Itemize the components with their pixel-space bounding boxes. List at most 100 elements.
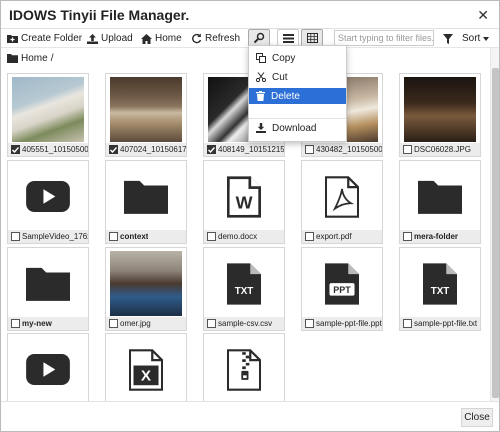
filter-icon bbox=[443, 33, 453, 44]
close-button[interactable]: Close bbox=[461, 408, 493, 427]
home-icon bbox=[141, 33, 152, 44]
file-name: SampleVideo_176x1 bbox=[22, 232, 88, 241]
file-tile[interactable]: PPT sample-ppt-file.ppt bbox=[301, 247, 383, 331]
select-checkbox[interactable] bbox=[109, 145, 118, 154]
refresh-button[interactable]: Refresh bbox=[191, 31, 240, 46]
select-checkbox[interactable] bbox=[403, 145, 412, 154]
select-checkbox[interactable] bbox=[109, 232, 118, 241]
file-tile[interactable]: Wdemo.docx bbox=[203, 160, 285, 244]
folder-plus-icon bbox=[7, 35, 18, 43]
select-checkbox[interactable] bbox=[207, 145, 216, 154]
grid-icon bbox=[306, 33, 318, 43]
file-tile[interactable]: X bbox=[105, 333, 187, 401]
file-name: 408149_101512152 bbox=[218, 145, 284, 154]
image-thumbnail bbox=[110, 251, 182, 316]
svg-text:PPT: PPT bbox=[333, 284, 351, 294]
file-name: sample-csv.csv bbox=[218, 319, 273, 328]
select-checkbox[interactable] bbox=[109, 319, 118, 328]
file-tile[interactable]: 405551_101505007 bbox=[7, 73, 89, 157]
trash-icon bbox=[256, 91, 265, 101]
file-caption: demo.docx bbox=[204, 230, 284, 243]
file-name: sample-ppt-file.txt bbox=[414, 319, 478, 328]
image-thumbnail bbox=[110, 77, 182, 142]
select-checkbox[interactable] bbox=[305, 319, 314, 328]
select-checkbox[interactable] bbox=[305, 145, 314, 154]
copy-icon bbox=[256, 53, 266, 63]
select-checkbox[interactable] bbox=[403, 232, 412, 241]
list-icon bbox=[282, 33, 294, 43]
folder-tile[interactable]: my-new bbox=[7, 247, 89, 331]
file-name: omer.jpg bbox=[120, 319, 151, 328]
select-checkbox[interactable] bbox=[305, 232, 314, 241]
file-caption: context bbox=[106, 230, 186, 243]
file-tile[interactable]: TXT sample-ppt-file.txt bbox=[399, 247, 481, 331]
file-tile[interactable] bbox=[203, 333, 285, 401]
folder-tile[interactable]: context bbox=[105, 160, 187, 244]
title-bar: IDOWS Tinyii File Manager. ✕ bbox=[1, 1, 499, 29]
excel-icon: X bbox=[110, 337, 182, 401]
upload-label: Upload bbox=[101, 33, 133, 44]
file-name: 430482_101505007 bbox=[316, 145, 382, 154]
sort-label: Sort bbox=[462, 33, 481, 44]
file-grid: 405551_101505007 407024_101506179 408149_1… bbox=[1, 71, 491, 401]
context-menu: Copy Cut Delete Download bbox=[248, 45, 347, 142]
wrench-icon bbox=[253, 32, 265, 44]
file-tile[interactable]: TXT sample-csv.csv bbox=[203, 247, 285, 331]
scissors-icon bbox=[256, 72, 266, 82]
upload-button[interactable]: Upload bbox=[87, 31, 133, 46]
copy-menu-item[interactable]: Copy bbox=[249, 50, 346, 66]
ppt-icon: PPT bbox=[306, 251, 378, 316]
cut-menu-item[interactable]: Cut bbox=[249, 69, 346, 85]
window-title: IDOWS Tinyii File Manager. bbox=[9, 7, 190, 23]
breadcrumb-separator: / bbox=[50, 53, 54, 64]
folder-icon bbox=[12, 251, 84, 316]
pdf-icon bbox=[306, 164, 378, 229]
file-caption: mera-folder bbox=[400, 230, 480, 243]
breadcrumb: Home / bbox=[7, 53, 53, 64]
file-name: 407024_101506179 bbox=[120, 145, 186, 154]
file-name: my-new bbox=[22, 319, 52, 328]
download-label: Download bbox=[272, 122, 317, 134]
file-tile[interactable]: omer.jpg bbox=[105, 247, 187, 331]
file-tile[interactable]: export.pdf bbox=[301, 160, 383, 244]
select-checkbox[interactable] bbox=[11, 232, 20, 241]
file-tile[interactable] bbox=[7, 333, 89, 401]
select-checkbox[interactable] bbox=[403, 319, 412, 328]
sort-button[interactable]: Sort bbox=[443, 31, 490, 46]
refresh-label: Refresh bbox=[205, 33, 241, 44]
file-tile[interactable]: DSC06028.JPG bbox=[399, 73, 481, 157]
close-icon[interactable]: ✕ bbox=[477, 7, 489, 24]
caret-down-icon bbox=[483, 36, 490, 41]
create-folder-button[interactable]: Create Folder bbox=[7, 31, 82, 46]
file-caption: 407024_101506179 bbox=[106, 143, 186, 156]
breadcrumb-home[interactable]: Home bbox=[21, 53, 48, 64]
filter-input[interactable]: Start typing to filter files. bbox=[334, 30, 434, 46]
file-tile[interactable]: SampleVideo_176x1 bbox=[7, 160, 89, 244]
file-name: context bbox=[120, 232, 149, 241]
file-name: sample-ppt-file.ppt bbox=[316, 319, 382, 328]
word-icon: W bbox=[208, 164, 280, 229]
file-caption: SampleVideo_176x1 bbox=[8, 230, 88, 243]
txt-icon: TXT bbox=[404, 251, 476, 316]
file-tile[interactable]: 407024_101506179 bbox=[105, 73, 187, 157]
video-icon bbox=[12, 337, 84, 401]
image-thumbnail bbox=[12, 77, 84, 142]
file-name: 405551_101505007 bbox=[22, 145, 88, 154]
delete-menu-item[interactable]: Delete bbox=[249, 88, 346, 104]
select-checkbox[interactable] bbox=[207, 232, 216, 241]
folder-icon bbox=[7, 54, 18, 63]
scrollbar-thumb[interactable] bbox=[492, 68, 499, 398]
download-menu-item[interactable]: Download bbox=[249, 120, 346, 136]
folder-icon bbox=[110, 164, 182, 229]
scrollbar[interactable] bbox=[490, 48, 499, 401]
file-caption: my-new bbox=[8, 317, 88, 330]
select-checkbox[interactable] bbox=[11, 145, 20, 154]
home-button[interactable]: Home bbox=[141, 31, 182, 46]
svg-text:W: W bbox=[236, 192, 253, 212]
copy-label: Copy bbox=[272, 52, 296, 64]
select-checkbox[interactable] bbox=[207, 319, 216, 328]
select-checkbox[interactable] bbox=[11, 319, 20, 328]
file-name: mera-folder bbox=[414, 232, 459, 241]
download-icon bbox=[256, 123, 266, 133]
folder-tile[interactable]: mera-folder bbox=[399, 160, 481, 244]
